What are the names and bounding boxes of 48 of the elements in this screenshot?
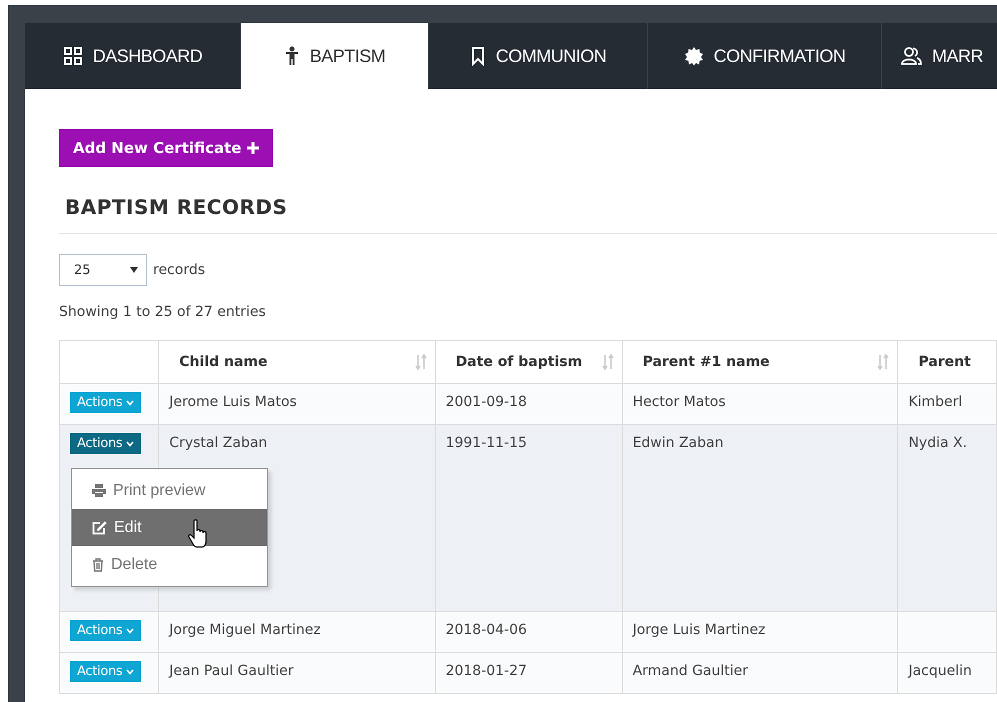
column-header[interactable]: Parent #1 name (642, 354, 770, 370)
table-cell: Armand Gaultier (632, 663, 748, 679)
page-heading: BAPTISM RECORDS (65, 195, 288, 219)
chevron-down-icon (126, 440, 134, 446)
menu-item[interactable]: Delete (72, 546, 267, 583)
table-cell: 2018-04-06 (446, 622, 527, 638)
table-cell: Hector Matos (632, 394, 726, 410)
column-header[interactable]: Child name (179, 354, 268, 370)
menu-item[interactable]: Edit (72, 509, 267, 546)
actions-button[interactable]: Actions (70, 433, 142, 454)
column-header[interactable]: Parent (918, 354, 971, 370)
users-icon (900, 46, 922, 66)
trash-icon (92, 558, 104, 572)
table-cell: Jorge Miguel Martinez (169, 622, 321, 638)
printer-icon (92, 484, 106, 497)
table-cell: 2018-01-27 (446, 663, 527, 679)
menu-item[interactable]: Print preview (72, 472, 267, 509)
table-cell: Crystal Zaban (169, 435, 268, 451)
page-size-select[interactable]: 25 (59, 254, 147, 286)
table-cell: 1991-11-15 (446, 435, 527, 451)
sort-icon[interactable] (602, 354, 614, 370)
child-icon (284, 46, 300, 66)
entries-info: Showing 1 to 25 of 27 entries (59, 304, 267, 320)
sort-icon[interactable] (877, 354, 890, 370)
table-cell: Jerome Luis Matos (169, 394, 297, 410)
chevron-down-icon (126, 400, 134, 406)
records-label: records (153, 262, 206, 278)
nav-tab[interactable]: CONFIRMATION (648, 23, 882, 89)
chevron-down-icon (126, 628, 134, 634)
add-certificate-button[interactable]: Add New Certificate (59, 129, 274, 167)
grid-icon (62, 46, 83, 66)
nav-tab[interactable]: COMMUNION (429, 23, 648, 89)
table-cell: Nydia X. (908, 435, 968, 451)
table-cell: Jean Paul Gaultier (169, 663, 294, 679)
table-cell: Edwin Zaban (632, 435, 724, 451)
plus-icon (247, 142, 260, 154)
table-cell: Jacquelin (908, 663, 972, 679)
caret-icon (130, 267, 138, 273)
table-cell: Jorge Luis Martinez (632, 622, 766, 638)
table-cell: Kimberl (908, 394, 962, 410)
chevron-down-icon (126, 668, 134, 674)
nav-tab[interactable]: BAPTISM (241, 23, 429, 89)
bookmark-icon (470, 46, 486, 66)
edit-icon (92, 520, 107, 534)
nav-tab[interactable]: MARR (882, 23, 997, 89)
table-cell: 2001-09-18 (446, 394, 527, 410)
seal-icon (684, 46, 704, 66)
sort-icon[interactable] (414, 354, 427, 370)
